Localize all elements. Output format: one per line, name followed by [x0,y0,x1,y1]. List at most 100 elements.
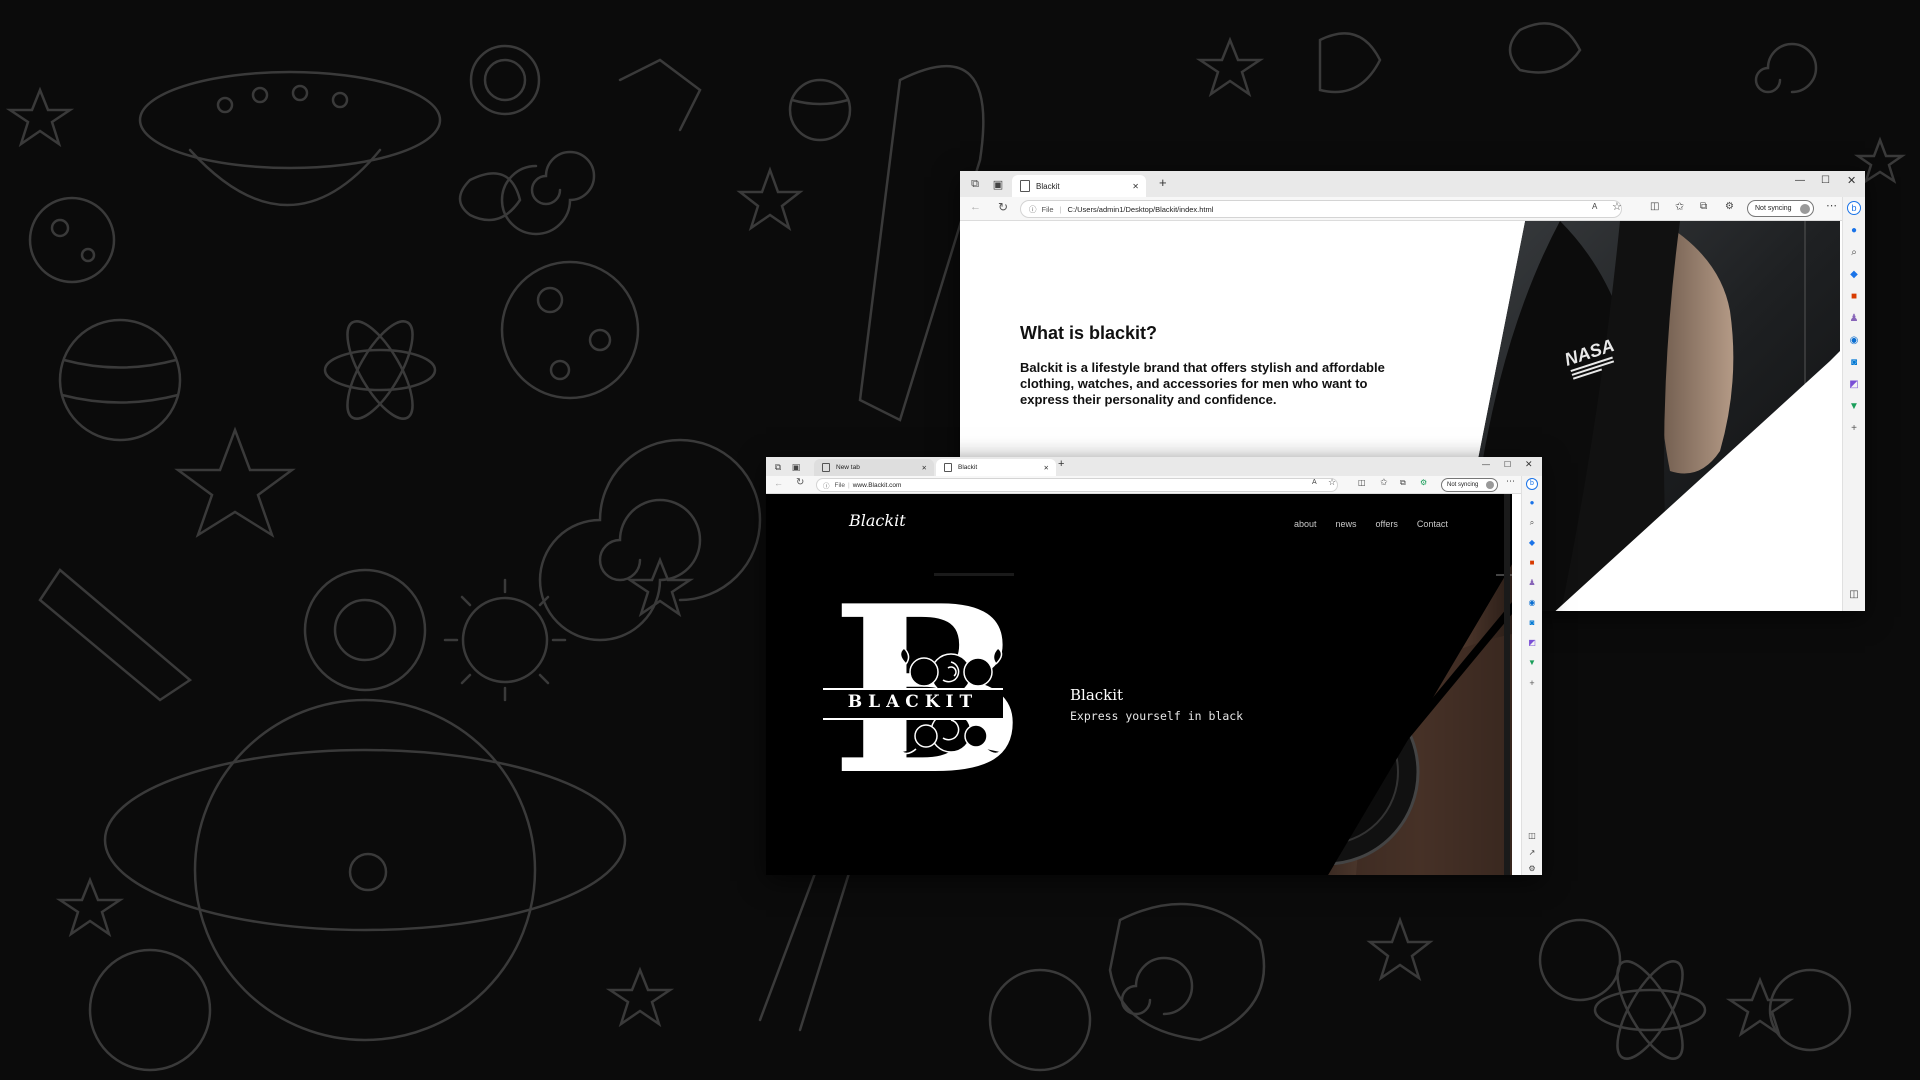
tab-actions-icon[interactable]: ▣ [991,177,1005,191]
file-icon [1020,180,1030,192]
minimize-button[interactable]: — [1795,175,1805,186]
edge-sidebar: b ● ⌕ ◆ ■ ♟ ◉ ◙ ◩ ▼ + ◫ ↗ ⚙ [1521,476,1542,875]
monogram-word: BLACKIT [847,692,979,712]
workspaces-icon[interactable]: ⧉ [968,177,982,191]
extensions-icon[interactable]: ⚙ [1725,201,1734,212]
read-aloud-icon[interactable]: A [1312,479,1317,486]
sidebar-settings-icon[interactable]: ◫ [1849,589,1858,600]
outlook-icon[interactable]: ◙ [1851,357,1857,368]
gear-icon[interactable]: ⚙ [1528,864,1535,873]
designer-icon[interactable]: ◩ [1528,638,1536,647]
favorites-icon[interactable]: ✩ [1675,200,1684,213]
maximize-button[interactable]: ☐ [1504,460,1511,469]
new-tab-button[interactable]: + [1058,458,1064,470]
designer-icon[interactable]: ◩ [1849,379,1858,390]
search-icon[interactable]: ⌕ [1851,247,1857,258]
address-protocol: File [834,481,845,489]
tab-strip: ⧉ ▣ Blackit ✕ + — ☐ ✕ [960,171,1865,197]
drop-icon[interactable]: ▼ [1849,401,1859,412]
close-window-button[interactable]: ✕ [1847,174,1856,187]
office-icon[interactable]: ◉ [1850,335,1859,346]
favorite-icon[interactable]: ☆ [1612,200,1622,213]
tab-blackit[interactable]: Blackit ✕ [936,459,1056,476]
close-window-button[interactable]: ✕ [1525,459,1533,470]
close-tab-icon[interactable]: ✕ [922,464,927,472]
address-bar[interactable]: ⓘ File | C:/Users/admin1/Desktop/Blackit… [1020,200,1622,218]
edge-sidebar: b ● ⌕ ◆ ■ ♟ ◉ ◙ ◩ ▼ + ◫ [1842,197,1865,611]
favorite-icon[interactable]: ☆ [1328,477,1336,488]
add-icon[interactable]: + [1851,423,1857,434]
section-heading: What is blackit? [1020,323,1158,343]
more-menu-icon[interactable]: ⋯ [1826,199,1837,212]
refresh-icon[interactable]: ↻ [796,477,804,488]
tab-actions-icon[interactable]: ▣ [790,461,802,473]
sidebar-settings-icon[interactable]: ◫ [1528,831,1536,840]
nav-news[interactable]: news [1336,519,1357,529]
profile-sync-button[interactable]: Not syncing [1747,200,1814,217]
more-menu-icon[interactable]: ⋯ [1506,476,1515,487]
add-icon[interactable]: + [1529,678,1534,688]
bell-icon[interactable]: ● [1530,498,1535,507]
profile-sync-button[interactable]: Not syncing [1441,478,1498,492]
sync-label: Not syncing [1755,205,1792,212]
site-nav: about news offers Contact [1294,519,1448,529]
minimize-button[interactable]: — [1482,460,1490,469]
sync-label: Not syncing [1447,482,1479,488]
info-icon: ⓘ [1029,204,1037,214]
games-icon[interactable]: ♟ [1850,313,1859,324]
tab-strip: ⧉ ▣ New tab ✕ Blackit ✕ + — ☐ ✕ [766,457,1542,476]
avatar [1800,203,1810,214]
refresh-icon[interactable]: ↻ [998,200,1008,214]
address-protocol: File [1041,204,1054,214]
nav-offers[interactable]: offers [1376,519,1398,529]
outlook-icon[interactable]: ◙ [1530,618,1535,627]
scrollbar[interactable] [1504,494,1510,875]
address-bar[interactable]: ⓘ File | www.Blackit.com [816,478,1338,492]
hero-title: Blackit [1070,686,1124,704]
drop-icon[interactable]: ▼ [1528,658,1536,667]
search-icon[interactable]: ⌕ [1530,518,1534,528]
file-icon [944,463,952,472]
nav-about[interactable]: about [1294,519,1317,529]
bell-icon[interactable]: ● [1851,225,1857,236]
back-arrow-icon[interactable]: ← [970,201,981,213]
favorites-icon[interactable]: ✩ [1380,477,1388,488]
page-content: Blackit about news offers Contact BLACKI… [766,494,1512,875]
address-row: ← ↻ ⓘ File | www.Blackit.com A ☆ ◫ ✩ ⧉ ⚙… [766,476,1542,494]
bing-chat-icon[interactable]: b [1526,478,1538,490]
tag-icon[interactable]: ◆ [1529,538,1535,547]
section-body: Balckit is a lifestyle brand that offers… [1020,360,1385,407]
site-logo[interactable]: Blackit [849,511,906,530]
address-url: C:/Users/admin1/Desktop/Blackit/index.ht… [1067,204,1214,214]
tag-icon[interactable]: ◆ [1850,269,1858,280]
briefcase-icon[interactable]: ■ [1851,291,1857,302]
address-row: ← ↻ ⓘ File | C:/Users/admin1/Desktop/Bla… [960,197,1865,221]
extensions-icon[interactable]: ⚙ [1420,478,1427,487]
workspaces-icon[interactable]: ⧉ [772,461,784,473]
info-icon: ⓘ [823,483,830,490]
games-icon[interactable]: ♟ [1528,578,1535,587]
brand-monogram: B BLACKIT [823,576,1025,819]
bing-chat-icon[interactable]: b [1847,201,1861,215]
nav-contact[interactable]: Contact [1417,519,1448,529]
new-tab-icon [822,463,830,472]
tab-label: Blackit [1036,181,1060,191]
tab-new-tab[interactable]: New tab ✕ [814,459,934,476]
office-icon[interactable]: ◉ [1529,598,1536,607]
tab-label: Blackit [958,464,978,471]
close-tab-icon[interactable]: ✕ [1044,464,1049,472]
maximize-button[interactable]: ☐ [1821,175,1830,186]
split-screen-icon[interactable]: ◫ [1650,201,1659,212]
collections-icon[interactable]: ⧉ [1700,201,1707,212]
collections-icon[interactable]: ⧉ [1400,478,1406,488]
briefcase-icon[interactable]: ■ [1530,558,1535,567]
hero-subtitle: Express yourself in black [1070,709,1244,723]
new-tab-button[interactable]: + [1159,175,1167,190]
avatar [1486,481,1494,489]
split-screen-icon[interactable]: ◫ [1358,478,1366,487]
tab-blackit[interactable]: Blackit ✕ [1012,175,1146,197]
back-arrow-icon[interactable]: ← [774,478,783,488]
read-aloud-icon[interactable]: A [1592,202,1597,211]
external-link-icon[interactable]: ↗ [1529,848,1536,857]
close-tab-icon[interactable]: ✕ [1132,182,1139,191]
